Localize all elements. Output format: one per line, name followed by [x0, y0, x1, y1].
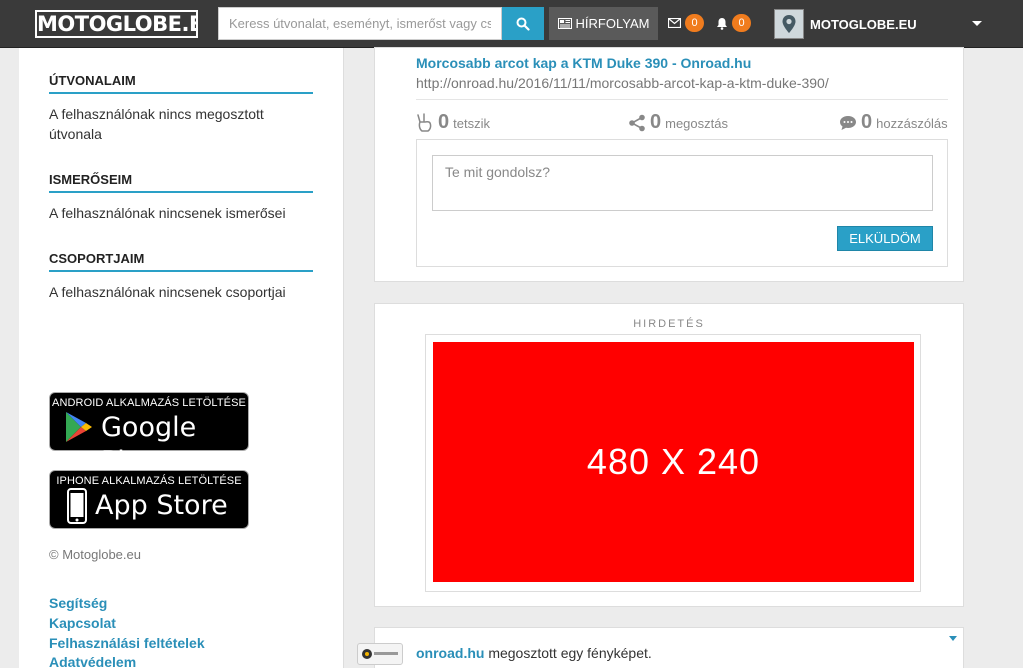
- victory-hand-icon: [417, 112, 432, 132]
- messages-badge: 0: [685, 14, 704, 32]
- app-store-label: App Store: [95, 490, 228, 521]
- left-sidebar: ÚTVONALAIM A felhasználónak nincs megosz…: [19, 48, 344, 668]
- send-comment-button[interactable]: ELKÜLDÖM: [837, 226, 933, 251]
- google-play-label: Google Play: [101, 412, 197, 477]
- iphone-icon: [67, 488, 87, 524]
- comment-input[interactable]: [432, 155, 933, 211]
- comment-bubble-icon: [840, 115, 856, 130]
- iphone-download-label: IPHONE ALKALMAZÁS LETÖLTÉSE: [56, 475, 242, 487]
- avatar: [774, 9, 804, 39]
- groups-empty-text: A felhasználónak nincsenek csoportjai: [49, 284, 286, 300]
- feed-post-card: Morcosabb arcot kap a KTM Duke 390 - Onr…: [374, 47, 964, 282]
- user-menu[interactable]: MOTOGLOBE.EU: [774, 9, 917, 39]
- user-name: MOTOGLOBE.EU: [810, 16, 917, 32]
- post-author-link[interactable]: onroad.hu: [416, 645, 484, 661]
- bell-icon: [717, 17, 727, 30]
- copyright: © Motoglobe.eu: [49, 547, 141, 562]
- advertisement-card: HIRDETÉS 480 X 240: [374, 303, 964, 607]
- shared-link-title[interactable]: Morcosabb arcot kap a KTM Duke 390 - Onr…: [416, 55, 751, 71]
- chevron-down-icon[interactable]: [972, 21, 982, 26]
- feed-post-card-next: onroad.hu megosztott egy fényképet.: [357, 627, 964, 668]
- map-pin-icon: [782, 15, 796, 33]
- search-icon: [516, 17, 530, 31]
- google-play-badge[interactable]: ANDROID ALKALMAZÁS LETÖLTÉSE Google Play: [49, 392, 249, 477]
- comments-label: hozzászólás: [876, 116, 948, 131]
- comment-button[interactable]: 0 hozzászólás: [839, 111, 948, 134]
- comments-count: 0: [861, 111, 873, 133]
- newsfeed-button[interactable]: HÍRFOLYAM: [549, 7, 658, 40]
- top-navbar: MOTOGLOBE.EU HÍRFOLYAM 0 0: [0, 0, 1023, 48]
- divider: [416, 99, 948, 100]
- envelope-icon: [668, 18, 681, 28]
- shared-link-url[interactable]: http://onroad.hu/2016/11/11/morcosabb-ar…: [416, 75, 829, 91]
- site-logo[interactable]: MOTOGLOBE.EU: [35, 10, 198, 38]
- friends-empty-text: A felhasználónak nincsenek ismerősei: [49, 205, 286, 221]
- newsfeed-label: HÍRFOLYAM: [575, 16, 650, 31]
- android-download-label: ANDROID ALKALMAZÁS LETÖLTÉSE: [52, 397, 246, 409]
- section-title-groups: CSOPORTJAIM: [49, 251, 313, 272]
- post-action-text: megosztott egy fényképet.: [484, 645, 652, 661]
- newspaper-icon: [557, 18, 572, 29]
- ad-banner[interactable]: 480 X 240: [433, 342, 914, 582]
- post-author-logo[interactable]: [357, 643, 403, 665]
- section-title-friends: ISMERŐSEIM: [49, 172, 313, 193]
- help-link[interactable]: Segítség: [49, 595, 107, 611]
- routes-empty-text: A felhasználónak nincs megosztott útvona…: [49, 106, 264, 142]
- shares-count: 0: [650, 111, 662, 133]
- likes-label: tetszik: [453, 116, 490, 131]
- privacy-link[interactable]: Adatvédelem: [49, 654, 136, 668]
- main-feed: Morcosabb arcot kap a KTM Duke 390 - Onr…: [344, 47, 995, 668]
- post-header: onroad.hu megosztott egy fényképet.: [416, 645, 652, 661]
- likes-count: 0: [438, 111, 450, 133]
- notifications-button[interactable]: 0: [716, 14, 751, 32]
- shares-label: megosztás: [665, 116, 728, 131]
- search-input[interactable]: [218, 7, 502, 40]
- publisher-logo-icon: [362, 649, 398, 659]
- like-button[interactable]: 0 tetszik: [416, 111, 490, 134]
- section-title-routes: ÚTVONALAIM: [49, 73, 313, 94]
- post-options-chevron-icon[interactable]: [949, 636, 957, 641]
- search-button[interactable]: [502, 7, 544, 40]
- ad-frame: 480 X 240: [425, 334, 921, 592]
- ad-label: HIRDETÉS: [633, 318, 705, 330]
- share-button[interactable]: 0 megosztás: [628, 111, 728, 134]
- app-store-badge[interactable]: IPHONE ALKALMAZÁS LETÖLTÉSE App Store: [49, 470, 249, 529]
- google-play-icon: [66, 412, 92, 442]
- contact-link[interactable]: Kapcsolat: [49, 615, 116, 631]
- terms-link[interactable]: Felhasználási feltételek: [49, 635, 205, 651]
- comment-form: ELKÜLDÖM: [416, 139, 948, 267]
- share-icon: [629, 114, 645, 131]
- notifications-badge: 0: [732, 14, 751, 32]
- messages-button[interactable]: 0: [668, 14, 704, 32]
